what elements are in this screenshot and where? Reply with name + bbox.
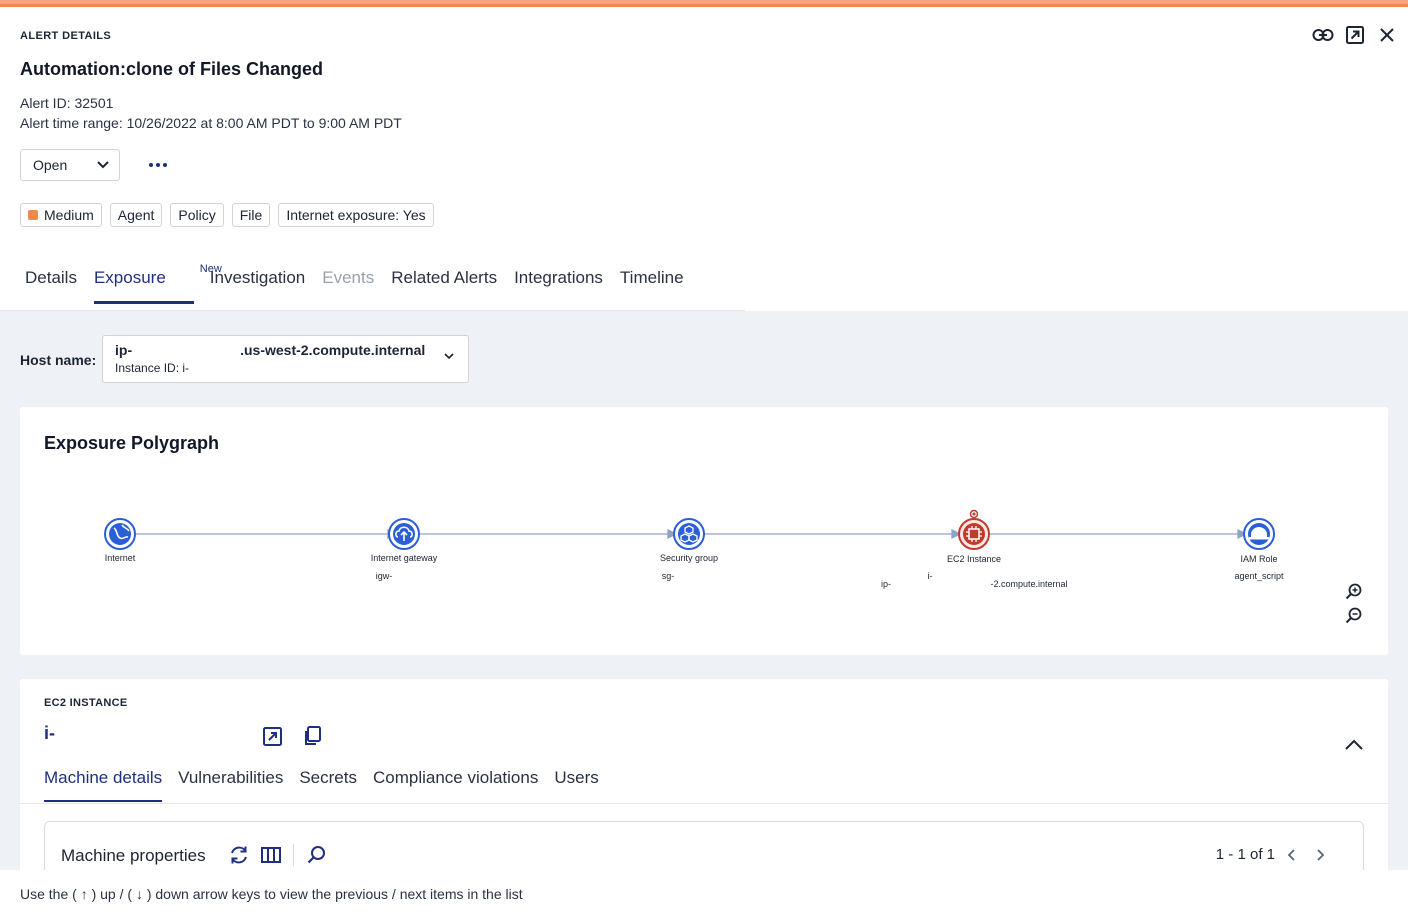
severity-dot (28, 210, 38, 220)
zoom-out-icon[interactable] (1345, 607, 1363, 625)
alert-tags: Medium Agent Policy File Internet exposu… (20, 203, 434, 227)
tab-investigation[interactable]: Investigation (210, 262, 305, 304)
tab-related-alerts[interactable]: Related Alerts (391, 262, 497, 304)
node-label-security-group: Security group (660, 553, 718, 563)
chevron-up-icon[interactable] (1344, 739, 1364, 751)
tab-details[interactable]: Details (25, 262, 77, 304)
tag-file: File (231, 203, 271, 227)
node-label-ec2-instance: EC2 Instance (947, 554, 1001, 564)
ec2-instance-id: i- (928, 571, 933, 581)
tab-events: Events (322, 268, 375, 287)
alert-title: Automation:clone of Files Changed (20, 59, 324, 79)
node-sub-iam-role: agent_script (1234, 571, 1284, 581)
node-security-group[interactable] (673, 518, 705, 550)
node-label-internet-gateway: Internet gateway (371, 553, 438, 563)
zoom-in-icon[interactable] (1345, 583, 1363, 601)
instance-id: Instance ID: i- (115, 361, 190, 375)
tab-exposure[interactable]: Exposure New (93, 262, 222, 304)
alert-time-range: Alert time range: 10/26/2022 at 8:00 AM … (20, 115, 402, 131)
tab-compliance-violations[interactable]: Compliance violations (373, 768, 538, 802)
node-sub-security-group: sg- (662, 571, 675, 581)
top-accent-bar (0, 0, 1408, 7)
open-external-icon[interactable] (262, 725, 284, 747)
node-ec2-instance[interactable] (958, 509, 990, 550)
tag-agent: Agent (109, 203, 163, 227)
tag-policy: Policy (170, 203, 224, 227)
node-label-iam-role: IAM Role (1240, 554, 1277, 564)
open-external-icon[interactable] (1344, 24, 1366, 46)
keyboard-hint-text: Use the ( ↑ ) up / ( ↓ ) down arrow keys… (20, 886, 523, 902)
columns-icon[interactable] (260, 844, 282, 866)
machine-properties-title: Machine properties (61, 846, 206, 865)
globe-icon (109, 523, 131, 545)
tab-integrations[interactable]: Integrations (514, 262, 603, 304)
cpu-chip-icon (963, 523, 985, 545)
ec2-instance-title: i- (44, 723, 55, 743)
link-icon[interactable] (1312, 24, 1334, 46)
toolbar-separator (293, 844, 294, 866)
tab-machine-details[interactable]: Machine details (44, 768, 163, 802)
polygraph-graph: Internet Internet gateway igw- Security … (104, 509, 1284, 589)
tag-internet-exposure: Internet exposure: Yes (278, 203, 434, 227)
host-name-prefix: ip- (115, 342, 133, 358)
ec2-instance-card: EC2 INSTANCE i- Machine details Vulnerab… (20, 679, 1388, 891)
tab-vulnerabilities[interactable]: Vulnerabilities (178, 768, 283, 802)
status-dropdown[interactable]: Open (20, 149, 120, 181)
tab-secrets[interactable]: Secrets (299, 768, 357, 802)
node-internet[interactable] (104, 518, 136, 550)
alert-details-kicker: ALERT DETAILS (20, 30, 112, 42)
chevron-down-icon (444, 353, 454, 360)
status-selected-value: Open (33, 157, 68, 173)
pagination-status: 1 - 1 of 1 (1215, 846, 1275, 863)
close-icon[interactable] (1376, 24, 1398, 46)
more-actions-button[interactable] (144, 155, 172, 175)
ec2-instance-host: -2.compute.internal (990, 579, 1067, 589)
tab-users[interactable]: Users (554, 768, 598, 802)
alert-id: Alert ID: 32501 (20, 95, 114, 111)
host-name-label: Host name: (20, 352, 97, 368)
refresh-icon[interactable] (228, 844, 250, 866)
ec2-instance-kicker: EC2 INSTANCE (44, 697, 128, 709)
alert-tabs: Details Exposure New Investigation Events… (25, 262, 701, 304)
severity-tag: Medium (20, 203, 102, 227)
chevron-right-icon[interactable] (1311, 846, 1329, 864)
node-iam-role[interactable] (1243, 518, 1275, 550)
keyboard-hint-bar: Use the ( ↑ ) up / ( ↓ ) down arrow keys… (0, 870, 1408, 918)
host-name-dropdown[interactable]: ip- .us-west-2.compute.internal Instance … (102, 335, 469, 383)
search-icon[interactable] (306, 844, 328, 866)
ec2-tabs-divider (20, 803, 1388, 804)
copy-icon[interactable] (302, 725, 324, 747)
tab-timeline[interactable]: Timeline (620, 262, 684, 304)
host-name-suffix: .us-west-2.compute.internal (240, 342, 426, 358)
chevron-left-icon[interactable] (1283, 846, 1301, 864)
ec2-tabs: Machine details Vulnerabilities Secrets … (44, 768, 615, 802)
header-actions (1312, 24, 1398, 46)
node-internet-gateway[interactable] (388, 518, 420, 550)
ec2-instance-ip: ip- (881, 579, 891, 589)
exposure-polygraph-card: Exposure Polygraph Internet Internet gat… (20, 407, 1388, 655)
node-label-internet: Internet (105, 553, 136, 563)
node-sub-internet-gateway: igw- (376, 571, 393, 581)
chevron-down-icon (97, 161, 109, 169)
